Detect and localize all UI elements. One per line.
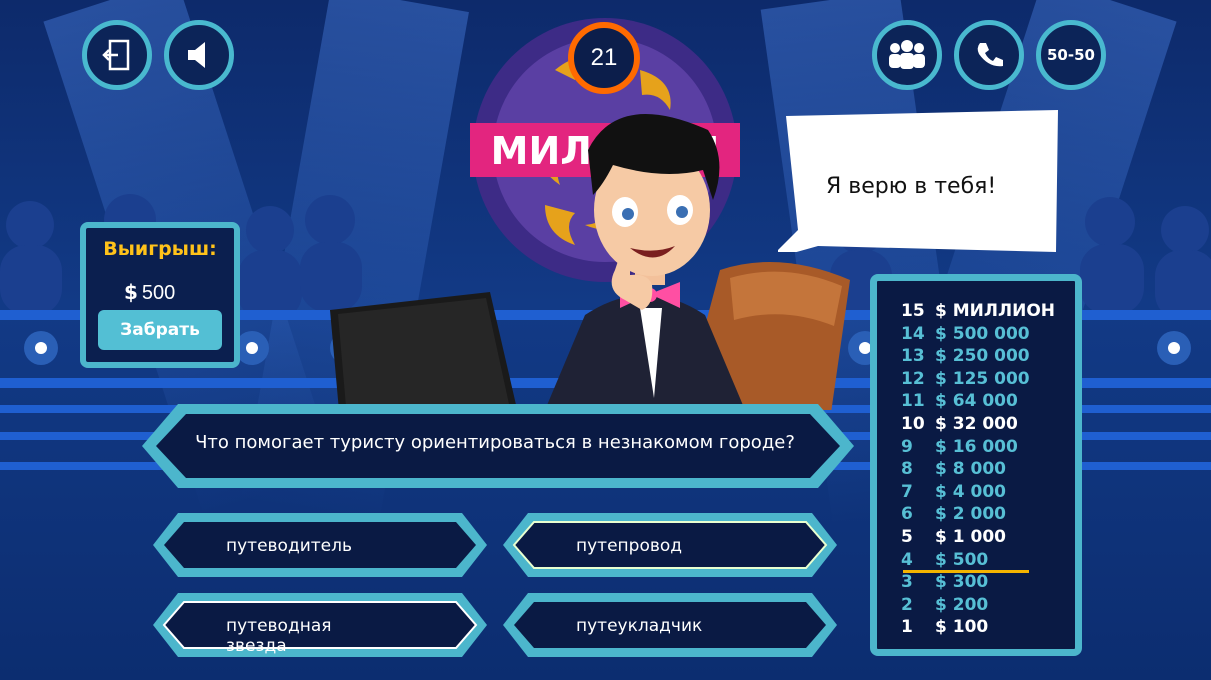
ladder-level-amount: $ 100 [935,617,989,638]
ladder-level-amount: $ 500 000 [935,323,1030,344]
ask-audience-button[interactable] [872,20,942,90]
answer-text: путеукладчик [576,616,703,636]
ladder-level-number: 14 [901,323,925,344]
ladder-level: 10 $ 32 000 [901,414,1018,436]
ladder-level-amount: $ 2 000 [935,504,1006,525]
ladder-level: 5 $ 1 000 [901,527,1006,549]
ladder-level: 2 $ 200 [901,595,988,617]
ladder-level-number: 9 [901,436,913,457]
timer: 21 [568,22,640,94]
ladder-level: 12 $ 125 000 [901,369,1030,391]
answer-text: путеводная звезда [226,616,332,656]
ladder-level: 14 $ 500 000 [901,324,1030,346]
winnings-amount: $500 [124,280,175,305]
ladder-level-amount: $ 64 000 [935,391,1018,412]
ladder-level-amount: $ 300 [935,572,989,593]
ladder-level: 15 $ МИЛЛИОН [901,301,1055,323]
ladder-level: 1 $ 100 [901,617,988,639]
audience-icon [889,40,925,69]
ladder-level: 4 $ 500 [901,550,988,572]
ladder-level-amount: $ 1 000 [935,527,1006,547]
ladder-level-number: 8 [901,459,913,480]
ladder-level-amount: $ 8 000 [935,459,1006,480]
current-level-marker [903,569,1029,573]
ladder-level: 3 $ 300 [901,572,988,594]
ladder-level-number: 5 [901,527,913,547]
ladder-level: 6 $ 2 000 [901,504,1006,526]
sound-icon [188,42,205,68]
take-money-button[interactable]: Забрать [98,310,222,350]
ladder-level-number: 3 [901,572,913,593]
fifty-fifty-button[interactable]: 50-50 [1036,20,1106,90]
fifty-fifty-label: 50-50 [1047,46,1095,64]
currency-symbol: $ [124,280,138,304]
question-text: Что помогает туристу ориентироваться в н… [195,432,795,453]
answer-text: путеводитель [226,536,353,556]
ladder-level-amount: $ 32 000 [935,414,1018,434]
ladder-level-amount: $ 16 000 [935,436,1018,457]
ladder-level: 11 $ 64 000 [901,391,1018,413]
phone-icon [977,43,1003,67]
host-speech: Я верю в тебя! [826,174,997,199]
ladder-level: 8 $ 8 000 [901,459,1006,481]
stage-light [24,331,58,365]
ladder-level: 13 $ 250 000 [901,346,1030,368]
sound-button[interactable] [164,20,234,90]
ladder-level-number: 10 [901,414,925,434]
ladder-level-amount: $ 250 000 [935,346,1030,367]
winnings-value: 500 [141,282,176,304]
ladder-level-amount: $ 4 000 [935,481,1006,502]
ladder-level-number: 15 [901,301,925,321]
ladder-level-amount: $ 200 [935,594,989,615]
ladder-level-number: 13 [901,346,925,367]
ladder-level: 9 $ 16 000 [901,437,1018,459]
ladder-level-number: 2 [901,594,913,615]
exit-icon [102,39,130,71]
ladder-level-number: 4 [901,549,913,570]
phone-friend-button[interactable] [954,20,1024,90]
winnings-title: Выигрыш: [103,238,217,260]
ladder-level-number: 12 [901,368,925,389]
ladder-level-number: 7 [901,481,913,502]
winnings-panel: Выигрыш: $500 Забрать [80,222,240,368]
ladder-level-number: 11 [901,391,925,412]
money-ladder: 15 $ МИЛЛИОН 14 $ 500 000 13 $ 250 000 12 $ 125… [870,274,1082,656]
ladder-level: 7 $ 4 000 [901,482,1006,504]
answer-text: путепровод [576,536,683,556]
ladder-level-amount: $ 500 [935,549,989,570]
stage-light [235,331,269,365]
stage-light [1157,331,1191,365]
exit-button[interactable] [82,20,152,90]
ladder-level-amount: $ МИЛЛИОН [935,301,1056,321]
ladder-level-amount: $ 125 000 [935,368,1030,389]
ladder-level-number: 1 [901,617,913,638]
ladder-level-number: 6 [901,504,913,525]
